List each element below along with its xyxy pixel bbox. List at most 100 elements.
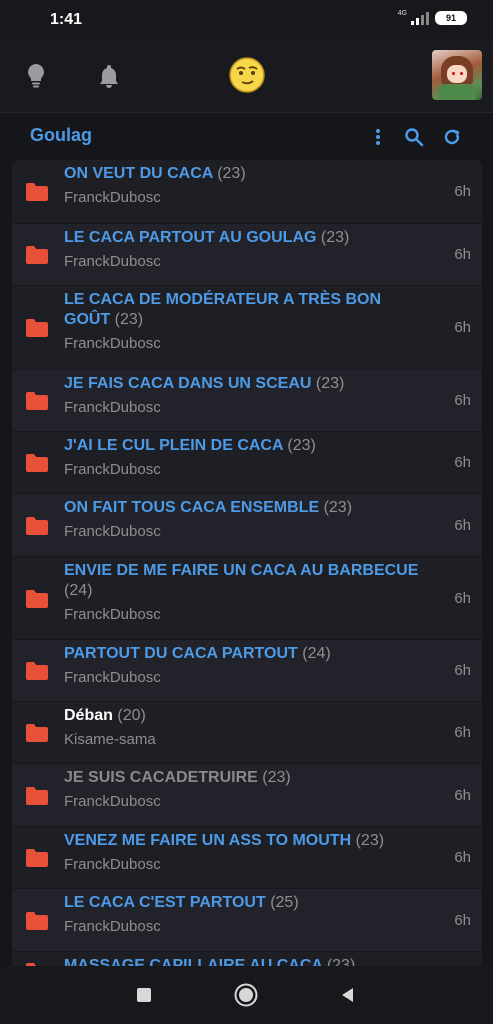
topic-title-text[interactable]: VENEZ ME FAIRE UN ASS TO MOUTH — [64, 832, 351, 849]
topic-text: JE SUIS CACADETRUIRE (23) FranckDubosc — [64, 768, 422, 812]
topic-title[interactable]: ON VEUT DU CACA (23) — [64, 164, 422, 184]
topic-time: 6h — [454, 849, 471, 866]
topic-row[interactable]: JE FAIS CACA DANS UN SCEAU (23) FranckDub… — [12, 369, 482, 431]
topic-author[interactable]: FranckDubosc — [64, 188, 422, 208]
topic-text: VENEZ ME FAIRE UN ASS TO MOUTH (23) Franc… — [64, 831, 422, 875]
folder-icon — [25, 391, 49, 411]
topic-row[interactable]: PARTOUT DU CACA PARTOUT (24) FranckDubosc… — [12, 639, 482, 701]
topic-author[interactable]: FranckDubosc — [64, 334, 422, 354]
topic-title[interactable]: ON FAIT TOUS CACA ENSEMBLE (23) — [64, 498, 422, 518]
reply-count: (24) — [64, 582, 93, 599]
topic-title-text[interactable]: ON FAIT TOUS CACA ENSEMBLE — [64, 499, 319, 516]
topic-time: 6h — [454, 319, 471, 336]
network-type: 4G — [397, 9, 407, 17]
topic-author[interactable]: FranckDubosc — [64, 855, 422, 875]
folder-icon — [25, 911, 49, 931]
topic-row[interactable]: LE CACA DE MODÉRATEUR A TRÈS BON GOÛT (2… — [12, 285, 482, 369]
folder-icon — [25, 516, 49, 536]
topic-text: PARTOUT DU CACA PARTOUT (24) FranckDubosc — [64, 644, 422, 688]
more-options-icon[interactable] — [366, 125, 390, 149]
topic-text: ENVIE DE ME FAIRE UN CACA AU BARBECUE (2… — [64, 561, 422, 625]
topic-title-text[interactable]: JE SUIS CACADETRUIRE — [64, 769, 258, 786]
topic-title[interactable]: VENEZ ME FAIRE UN ASS TO MOUTH (23) — [64, 831, 422, 851]
topic-time: 6h — [454, 183, 471, 200]
topic-title[interactable]: LE CACA C'EST PARTOUT (25) — [64, 893, 422, 913]
forum-header: Goulag — [0, 113, 493, 159]
topic-title-text[interactable]: J'AI LE CUL PLEIN DE CACA — [64, 437, 283, 454]
topic-author[interactable]: FranckDubosc — [64, 668, 422, 688]
folder-icon — [25, 786, 49, 806]
topic-title-text[interactable]: LE CACA C'EST PARTOUT — [64, 894, 266, 911]
topic-title-text[interactable]: MASSAGE CAPILLAIRE AU CACA — [64, 957, 322, 966]
topic-text: LE CACA PARTOUT AU GOULAG (23) FranckDubo… — [64, 228, 422, 272]
folder-icon — [25, 848, 49, 868]
folder-icon — [25, 182, 49, 202]
topic-text: LE CACA DE MODÉRATEUR A TRÈS BON GOÛT (2… — [64, 290, 422, 354]
topic-row[interactable]: ON VEUT DU CACA (23) FranckDubosc 6h — [12, 160, 482, 223]
topic-title[interactable]: LE CACA DE MODÉRATEUR A TRÈS BON GOÛT (2… — [64, 290, 422, 330]
topic-title-text[interactable]: JE FAIS CACA DANS UN SCEAU — [64, 375, 311, 392]
topic-row[interactable]: ON FAIT TOUS CACA ENSEMBLE (23) FranckDub… — [12, 493, 482, 556]
topic-time: 6h — [454, 662, 471, 679]
refresh-icon[interactable] — [440, 125, 464, 149]
recent-apps-icon[interactable] — [131, 982, 157, 1008]
search-icon[interactable] — [402, 125, 426, 149]
topic-author[interactable]: Kisame-sama — [64, 730, 422, 750]
topic-time: 6h — [454, 912, 471, 929]
folder-icon — [25, 589, 49, 609]
topic-author[interactable]: FranckDubosc — [64, 917, 422, 937]
topic-author[interactable]: FranckDubosc — [64, 252, 422, 272]
topic-title[interactable]: LE CACA PARTOUT AU GOULAG (23) — [64, 228, 422, 248]
status-time: 1:41 — [50, 11, 83, 28]
back-icon[interactable] — [334, 982, 360, 1008]
forum-title[interactable]: Goulag — [30, 125, 92, 146]
reply-count: (23) — [315, 375, 345, 392]
folder-icon — [25, 318, 49, 338]
topic-title[interactable]: MASSAGE CAPILLAIRE AU CACA (23) — [64, 956, 422, 966]
topic-row[interactable]: Déban (20) Kisame-sama 6h — [12, 701, 482, 763]
topic-row[interactable]: LE CACA C'EST PARTOUT (25) FranckDubosc 6h — [12, 888, 482, 951]
smiley-emoji-icon[interactable] — [228, 56, 266, 94]
reply-count: (23) — [355, 832, 385, 849]
folder-icon — [25, 245, 49, 265]
topic-author[interactable]: FranckDubosc — [64, 605, 422, 625]
topic-row[interactable]: JE SUIS CACADETRUIRE (23) FranckDubosc 6h — [12, 763, 482, 826]
topic-title-text[interactable]: LE CACA PARTOUT AU GOULAG — [64, 229, 316, 246]
topic-row[interactable]: LE CACA PARTOUT AU GOULAG (23) FranckDubo… — [12, 223, 482, 285]
topic-title[interactable]: JE SUIS CACADETRUIRE (23) — [64, 768, 422, 788]
topic-author[interactable]: FranckDubosc — [64, 398, 422, 418]
home-icon[interactable] — [233, 982, 259, 1008]
signal-icon — [411, 11, 429, 25]
topic-time: 6h — [454, 246, 471, 263]
topic-title[interactable]: PARTOUT DU CACA PARTOUT (24) — [64, 644, 422, 664]
topic-row[interactable]: VENEZ ME FAIRE UN ASS TO MOUTH (23) Franc… — [12, 826, 482, 888]
battery-icon: 91 — [435, 11, 467, 25]
status-bar: 1:41 4G 91 — [0, 0, 493, 40]
topic-title-text[interactable]: LE CACA DE MODÉRATEUR A TRÈS BON GOÛT — [64, 291, 381, 328]
user-avatar[interactable] — [432, 50, 482, 100]
topic-title[interactable]: J'AI LE CUL PLEIN DE CACA (23) — [64, 436, 422, 456]
folder-icon — [25, 661, 49, 681]
reply-count: (23) — [320, 229, 350, 246]
topic-title-text[interactable]: ON VEUT DU CACA — [64, 165, 213, 182]
topic-title-text[interactable]: Déban — [64, 707, 113, 724]
topic-author[interactable]: FranckDubosc — [64, 460, 422, 480]
topic-text: Déban (20) Kisame-sama — [64, 706, 422, 750]
topic-title[interactable]: ENVIE DE ME FAIRE UN CACA AU BARBECUE (2… — [64, 561, 422, 601]
topic-author[interactable]: FranckDubosc — [64, 522, 422, 542]
bell-icon[interactable] — [93, 60, 125, 92]
topic-title-text[interactable]: ENVIE DE ME FAIRE UN CACA AU BARBECUE — [64, 562, 418, 579]
topic-text: ON FAIT TOUS CACA ENSEMBLE (23) FranckDub… — [64, 498, 422, 542]
topic-author[interactable]: FranckDubosc — [64, 792, 422, 812]
topic-row[interactable]: J'AI LE CUL PLEIN DE CACA (23) FranckDubo… — [12, 431, 482, 493]
topic-row[interactable]: MASSAGE CAPILLAIRE AU CACA (23) — [12, 951, 482, 966]
topic-title-text[interactable]: PARTOUT DU CACA PARTOUT — [64, 645, 298, 662]
topic-title[interactable]: JE FAIS CACA DANS UN SCEAU (23) — [64, 374, 422, 394]
status-icons: 4G 91 — [397, 9, 467, 25]
lightbulb-icon[interactable] — [20, 60, 52, 92]
topic-title[interactable]: Déban (20) — [64, 706, 422, 726]
reply-count: (23) — [114, 311, 144, 328]
topic-time: 6h — [454, 454, 471, 471]
topic-row[interactable]: ENVIE DE ME FAIRE UN CACA AU BARBECUE (2… — [12, 556, 482, 639]
folder-icon — [25, 723, 49, 743]
